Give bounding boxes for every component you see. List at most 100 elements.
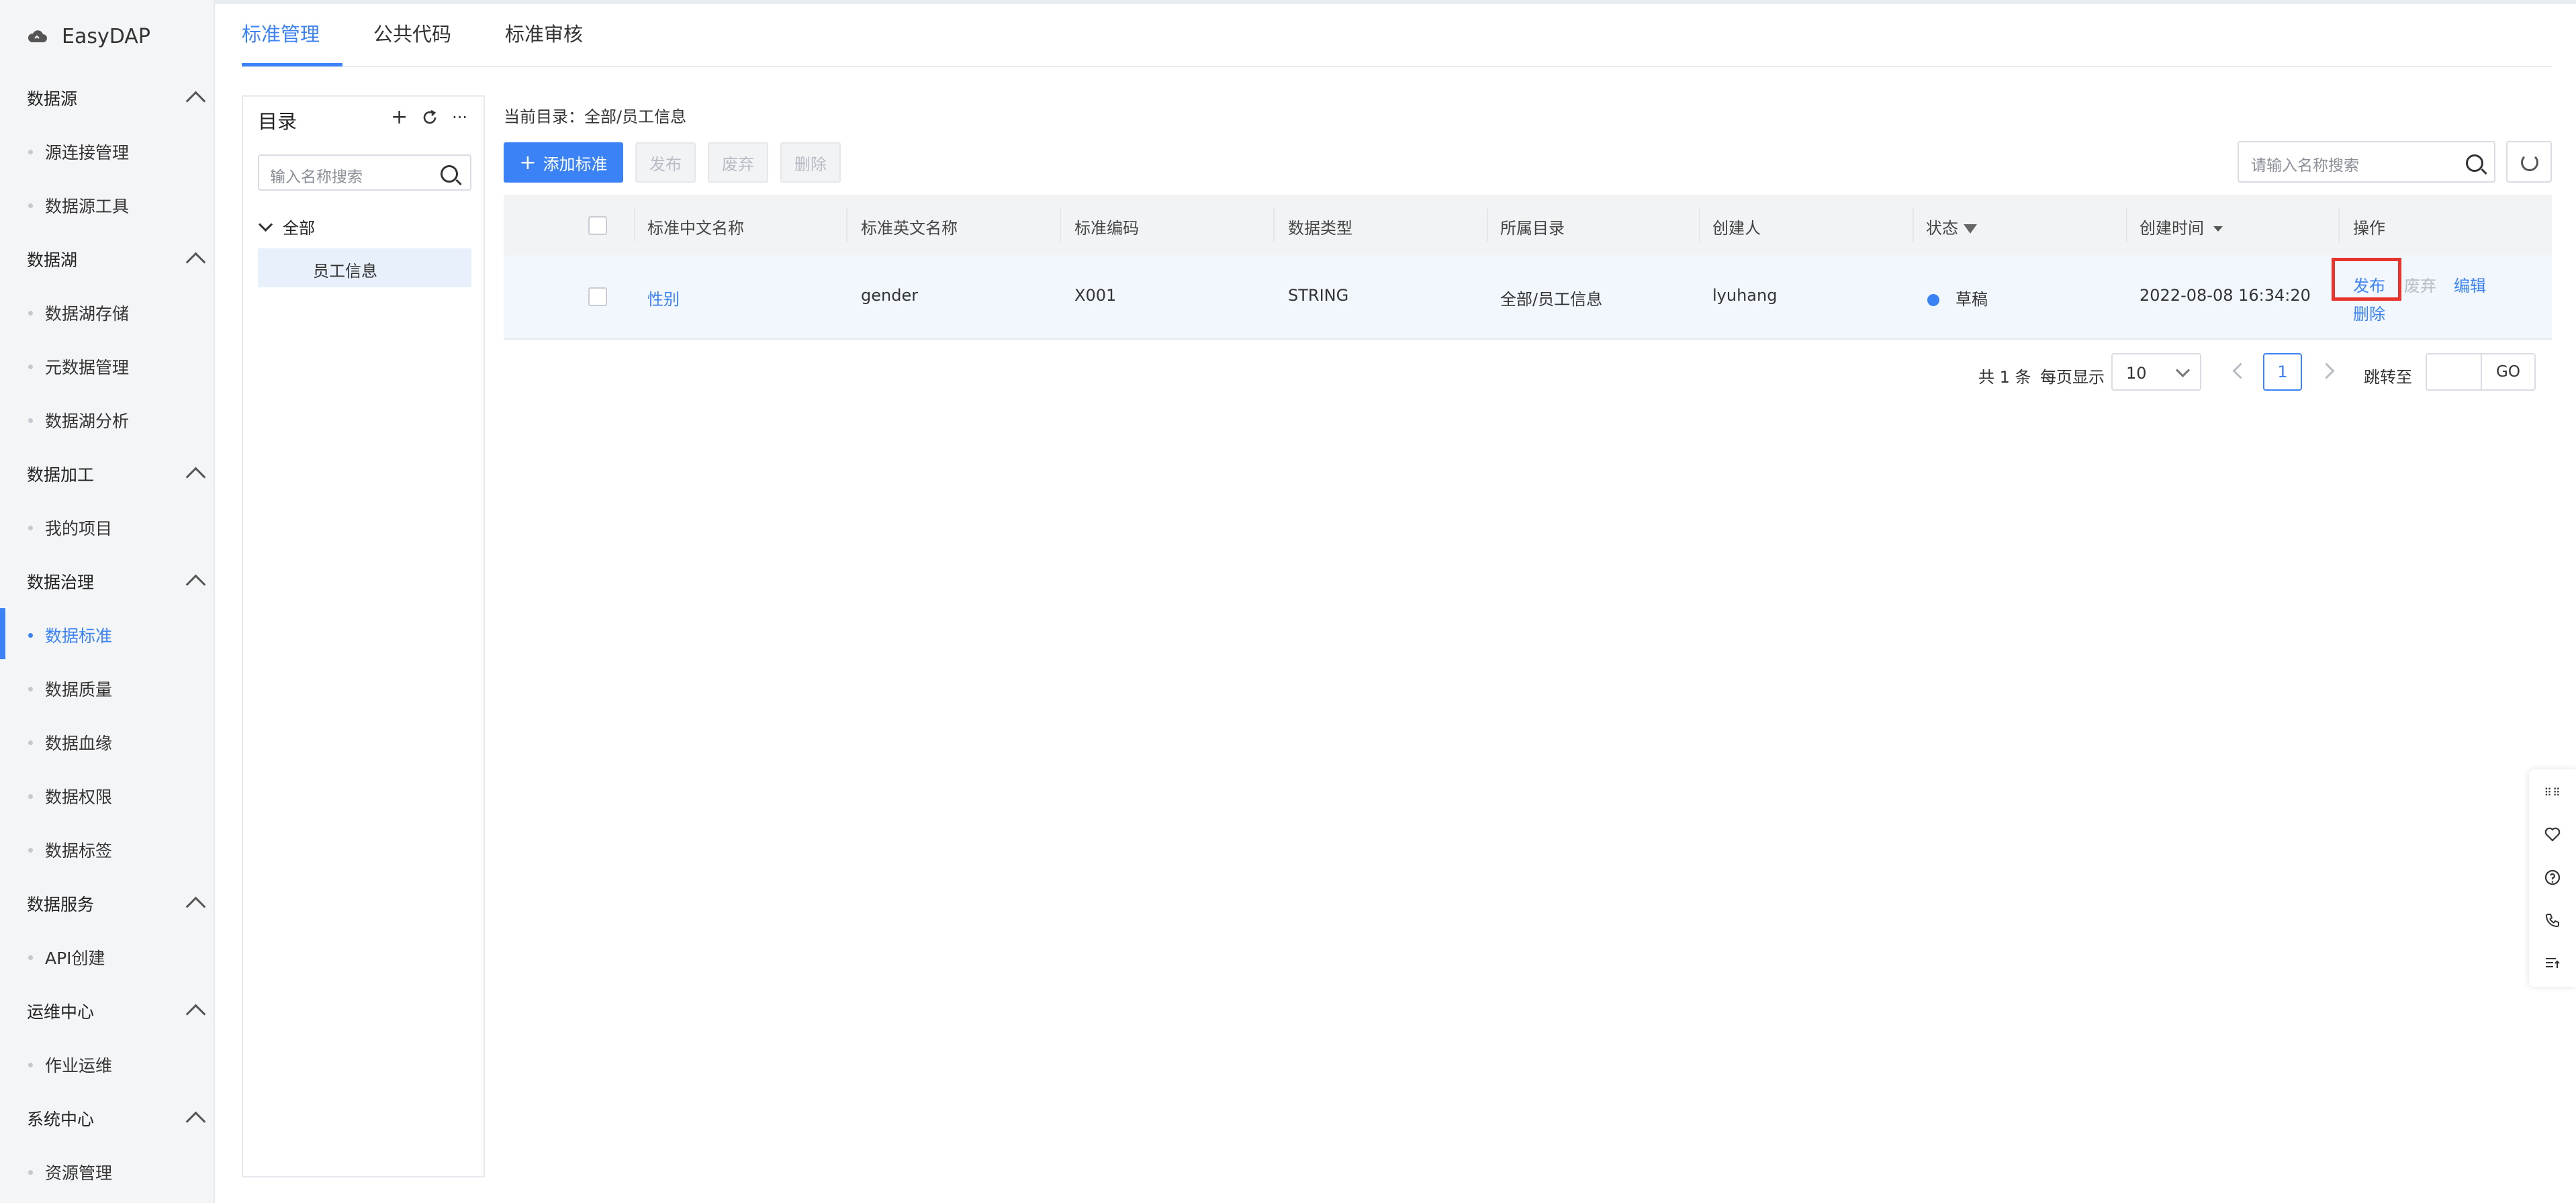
col-created[interactable]: 创建时间 bbox=[2140, 215, 2223, 238]
row-discard-link[interactable]: 废弃 bbox=[2404, 273, 2436, 296]
col-type[interactable]: 数据类型 bbox=[1288, 215, 1352, 238]
sidebar-item-data-lineage[interactable]: 数据血缘 bbox=[27, 730, 208, 755]
plus-icon: + bbox=[519, 150, 537, 175]
chevron-up-icon bbox=[185, 1004, 206, 1024]
active-indicator bbox=[0, 608, 5, 659]
col-en-name[interactable]: 标准英文名称 bbox=[861, 215, 958, 238]
search-icon[interactable] bbox=[441, 165, 458, 183]
sidebar-item-resource-mgmt[interactable]: 资源管理 bbox=[27, 1160, 208, 1184]
add-standard-button[interactable]: + 添加标准 bbox=[504, 142, 623, 183]
button-label: 删除 bbox=[794, 154, 827, 174]
standard-search-input[interactable]: 请输入名称搜索 bbox=[2238, 141, 2495, 183]
row-edit-link[interactable]: 编辑 bbox=[2454, 273, 2486, 296]
select-all-checkbox[interactable] bbox=[588, 216, 607, 235]
phone-icon[interactable] bbox=[2544, 912, 2561, 929]
catalog-title: 目录 bbox=[258, 110, 297, 133]
cell-code: X001 bbox=[1074, 286, 1117, 305]
bullet-icon bbox=[28, 149, 33, 154]
sidebar-item-job-ops[interactable]: 作业运维 bbox=[27, 1053, 208, 1077]
sidebar-group-processing[interactable]: 数据加工 bbox=[27, 462, 206, 487]
go-button[interactable]: GO bbox=[2481, 353, 2536, 391]
brand[interactable]: EasyDAP bbox=[27, 21, 150, 51]
sidebar-group-governance[interactable]: 数据治理 bbox=[27, 569, 206, 594]
sidebar-item-datasource-tools[interactable]: 数据源工具 bbox=[27, 193, 208, 218]
table-header: 标准中文名称 标准英文名称 标准编码 数据类型 所属目录 创建人 状态 创建时间… bbox=[504, 195, 2552, 255]
row-delete-link[interactable]: 删除 bbox=[2353, 301, 2385, 324]
bullet-icon bbox=[28, 632, 33, 638]
filter-icon[interactable] bbox=[1964, 224, 1977, 234]
col-actions: 操作 bbox=[2353, 219, 2385, 238]
bullet-icon bbox=[28, 1062, 33, 1067]
discard-button[interactable]: 废弃 bbox=[708, 142, 768, 183]
tab-divider bbox=[242, 66, 2552, 67]
sidebar-group-system[interactable]: 系统中心 bbox=[27, 1106, 206, 1131]
sidebar-item-data-permission[interactable]: 数据权限 bbox=[27, 784, 208, 808]
table-row[interactable]: 性别 gender X001 STRING 全部/员工信息 lyuhang 草稿… bbox=[504, 255, 2552, 340]
search-icon[interactable] bbox=[2466, 154, 2483, 172]
col-dir[interactable]: 所属目录 bbox=[1500, 215, 1565, 238]
button-label: 添加标准 bbox=[543, 154, 608, 174]
item-label: 作业运维 bbox=[45, 1056, 113, 1075]
sidebar-item-my-projects[interactable]: 我的项目 bbox=[27, 516, 208, 540]
plus-icon[interactable]: + bbox=[391, 107, 408, 128]
col-code[interactable]: 标准编码 bbox=[1074, 215, 1139, 238]
page-size-select[interactable]: 10 bbox=[2111, 353, 2201, 391]
column-divider bbox=[1273, 208, 1275, 242]
tree-node-employee-info[interactable]: 员工信息 bbox=[258, 248, 471, 287]
bullet-icon bbox=[28, 525, 33, 530]
sidebar-item-api-create[interactable]: API创建 bbox=[27, 945, 208, 969]
tab-bar: 标准管理 公共代码 标准审核 bbox=[242, 19, 583, 47]
sidebar-item-data-quality[interactable]: 数据质量 bbox=[27, 677, 208, 701]
publish-button[interactable]: 发布 bbox=[635, 142, 696, 183]
sidebar-group-ops[interactable]: 运维中心 bbox=[27, 999, 206, 1024]
col-status[interactable]: 状态 bbox=[1926, 215, 1977, 238]
list-icon[interactable] bbox=[2544, 955, 2561, 972]
chevron-down-icon[interactable] bbox=[258, 217, 273, 232]
status-label: 草稿 bbox=[1956, 290, 1988, 309]
sidebar-item-lake-analysis[interactable]: 数据湖分析 bbox=[27, 408, 208, 432]
tab-standard-review[interactable]: 标准审核 bbox=[505, 19, 583, 47]
sidebar-item-source-connection[interactable]: 源连接管理 bbox=[27, 140, 208, 164]
page-1-button[interactable]: 1 bbox=[2263, 353, 2302, 391]
bullet-icon bbox=[28, 740, 33, 745]
refresh-button[interactable] bbox=[2506, 141, 2552, 183]
sidebar-group-datalake[interactable]: 数据湖 bbox=[27, 247, 206, 272]
col-cn-name[interactable]: 标准中文名称 bbox=[647, 215, 744, 238]
status-dot-icon bbox=[1927, 294, 1939, 306]
sidebar-item-metadata[interactable]: 元数据管理 bbox=[27, 354, 208, 379]
sidebar-group-services[interactable]: 数据服务 bbox=[27, 892, 206, 916]
prev-page-icon[interactable] bbox=[2232, 363, 2249, 379]
bullet-icon bbox=[28, 793, 33, 799]
delete-button[interactable]: 删除 bbox=[780, 142, 841, 183]
sidebar-item-lake-storage[interactable]: 数据湖存储 bbox=[27, 301, 208, 325]
cell-created: 2022-08-08 16:34:20 bbox=[2140, 286, 2311, 305]
sort-caret-icon[interactable] bbox=[2213, 226, 2223, 232]
item-label: 数据湖存储 bbox=[45, 304, 130, 324]
jump-page-input[interactable] bbox=[2426, 353, 2482, 391]
current-directory: 当前目录：全部/员工信息 bbox=[504, 107, 687, 126]
column-divider bbox=[846, 208, 847, 242]
tree-node-all[interactable]: 全部 bbox=[258, 215, 315, 238]
chevron-up-icon bbox=[185, 467, 206, 487]
col-creator[interactable]: 创建人 bbox=[1712, 215, 1761, 238]
bullet-icon bbox=[28, 310, 33, 316]
next-page-icon[interactable] bbox=[2318, 363, 2335, 379]
sidebar-item-data-standard[interactable]: 数据标准 bbox=[27, 623, 208, 647]
sidebar-group-datasource[interactable]: 数据源 bbox=[27, 86, 206, 111]
sidebar-item-data-tags[interactable]: 数据标签 bbox=[27, 838, 208, 862]
help-icon[interactable] bbox=[2544, 869, 2561, 886]
active-tab-underline bbox=[242, 63, 342, 66]
heart-chat-icon[interactable] bbox=[2544, 826, 2561, 843]
tab-public-code[interactable]: 公共代码 bbox=[373, 19, 451, 47]
row-checkbox[interactable] bbox=[588, 287, 607, 306]
cell-status: 草稿 bbox=[1927, 286, 1988, 309]
chevron-up-icon bbox=[185, 574, 206, 594]
drag-grid-icon[interactable]: ⠿⠿ bbox=[2544, 784, 2561, 802]
refresh-icon[interactable] bbox=[421, 109, 439, 126]
catalog-search-input[interactable]: 输入名称搜索 bbox=[258, 154, 471, 191]
jump-to-label: 跳转至 bbox=[2364, 368, 2412, 387]
more-icon[interactable]: ··· bbox=[452, 107, 467, 128]
item-label: 数据质量 bbox=[45, 680, 113, 700]
cell-cn-name[interactable]: 性别 bbox=[647, 286, 680, 309]
tab-standard-management[interactable]: 标准管理 bbox=[242, 19, 320, 47]
